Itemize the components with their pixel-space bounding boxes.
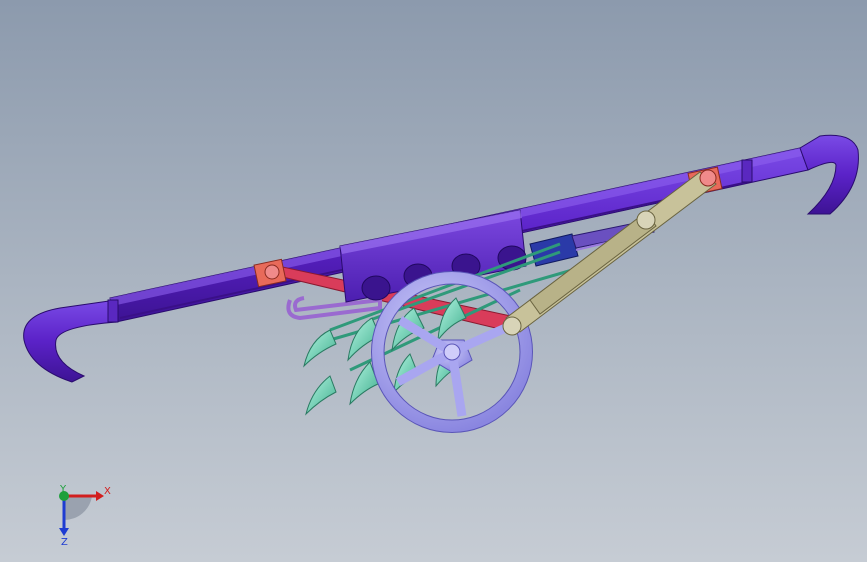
y-axis-label: Y	[59, 484, 67, 495]
assembly-canvas: X Y Z	[23, 134, 859, 548]
coordinate-triad: X Y Z	[59, 484, 111, 548]
pivot-left	[264, 264, 280, 280]
ground-wheel	[371, 271, 533, 433]
cad-viewport[interactable]: X Y Z	[0, 0, 867, 562]
left-end-cap	[107, 299, 119, 323]
right-end-cap	[741, 159, 753, 183]
z-axis-label: Z	[61, 537, 68, 548]
pivot-right	[699, 169, 717, 187]
x-axis-label: X	[104, 486, 111, 497]
